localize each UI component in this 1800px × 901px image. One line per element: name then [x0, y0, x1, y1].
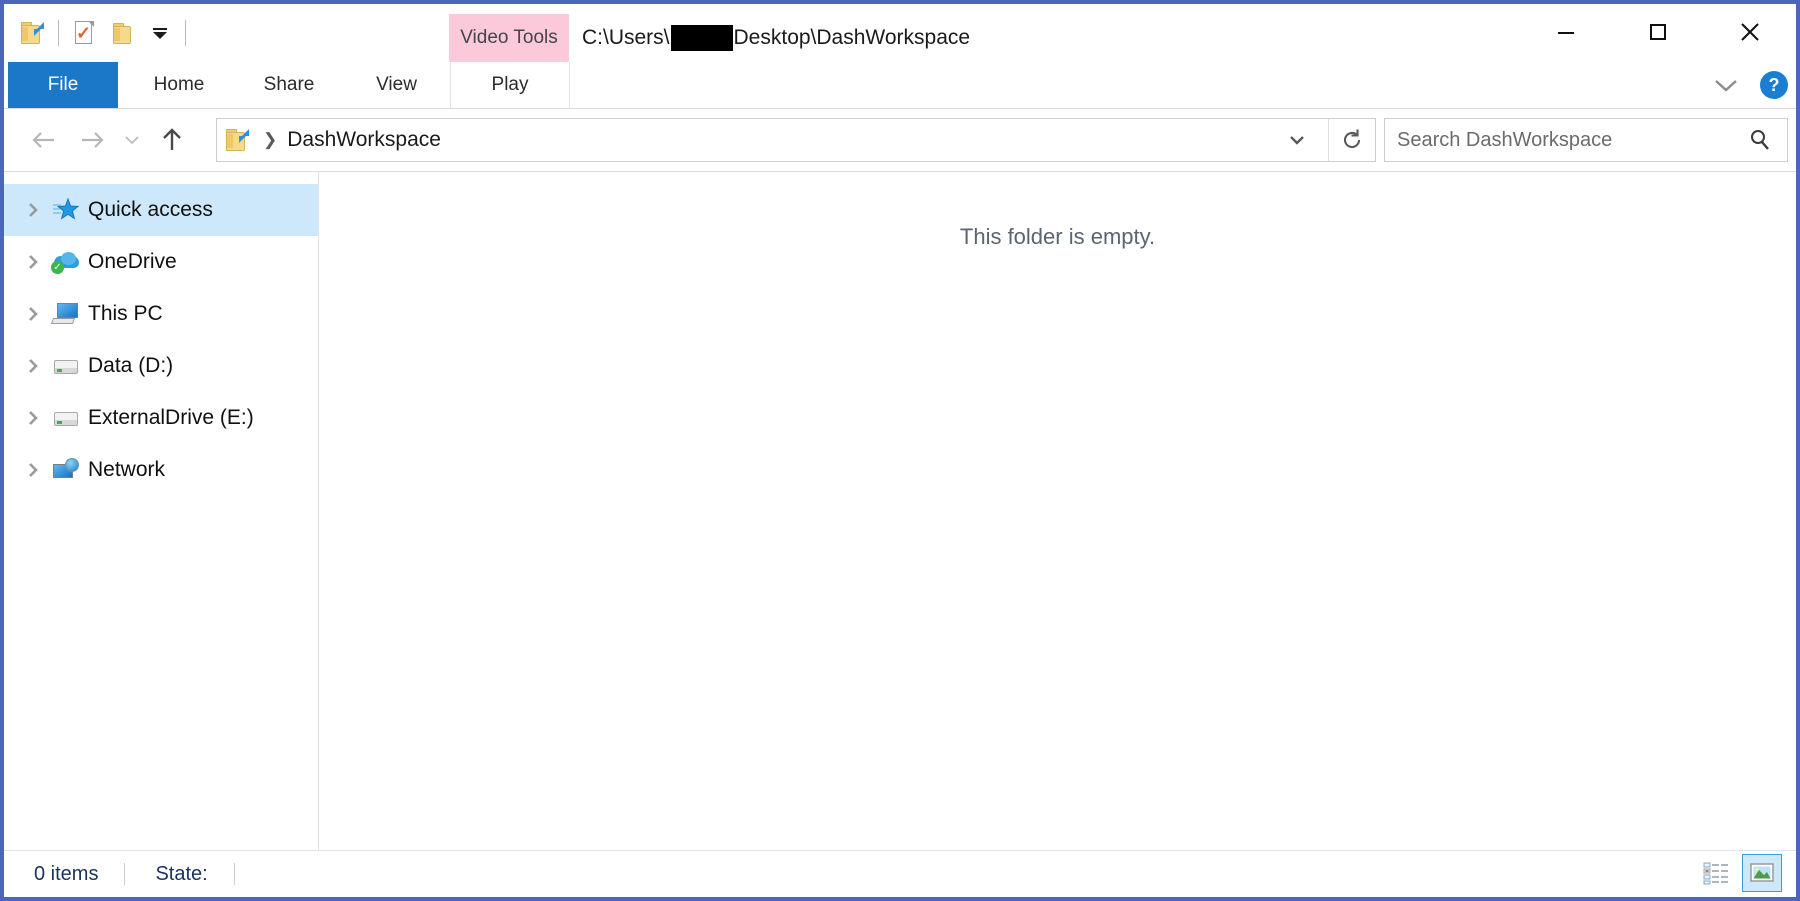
new-folder-icon[interactable]	[103, 14, 141, 52]
network-icon	[48, 458, 84, 482]
ribbon-tab-strip: File Home Share View Play ?	[4, 62, 1796, 109]
maximize-button[interactable]	[1612, 4, 1704, 60]
tab-share[interactable]: Share	[234, 62, 344, 108]
large-icons-view-button[interactable]	[1742, 854, 1782, 892]
sidebar-item-onedrive[interactable]: ✓ OneDrive	[4, 236, 318, 288]
explorer-icon[interactable]	[14, 14, 52, 52]
customize-dropdown-icon[interactable]	[141, 14, 179, 52]
sidebar-item-label: Network	[88, 458, 166, 481]
minimize-button[interactable]	[1520, 4, 1612, 60]
title-bar: ✓ Video Tools C:\Users\ Desktop\DashWorks…	[4, 4, 1796, 62]
ribbon-right-controls: ?	[1706, 62, 1788, 108]
chevron-right-icon[interactable]	[18, 201, 48, 219]
main-area: Quick access ✓ OneDrive This PC Data (D:…	[4, 171, 1796, 850]
computer-icon	[48, 302, 84, 326]
tab-play[interactable]: Play	[450, 62, 570, 108]
refresh-icon[interactable]	[1328, 119, 1375, 161]
qat-separator-2	[185, 20, 186, 46]
breadcrumb-separator-icon: ❯	[263, 130, 278, 149]
status-bar: 0 items State:	[4, 850, 1796, 897]
cloud-icon: ✓	[48, 250, 84, 274]
qat-separator-1	[58, 20, 59, 46]
chevron-right-icon[interactable]	[18, 409, 48, 427]
drive-icon	[48, 356, 84, 376]
view-mode-buttons	[1696, 854, 1782, 892]
state-label: State:	[155, 862, 208, 885]
search-input[interactable]: Search DashWorkspace	[1397, 129, 1612, 152]
address-folder-icon	[225, 128, 251, 152]
sidebar-item-data-d[interactable]: Data (D:)	[4, 340, 318, 392]
sidebar-item-label: OneDrive	[88, 250, 177, 273]
address-bar[interactable]: ❯ DashWorkspace	[216, 118, 1376, 162]
contextual-tab-header: Video Tools	[449, 14, 569, 62]
redacted-username	[670, 25, 733, 51]
navigation-pane: Quick access ✓ OneDrive This PC Data (D:…	[4, 172, 319, 850]
forward-button[interactable]	[72, 120, 112, 160]
back-button[interactable]	[24, 120, 64, 160]
window-title: C:\Users\ Desktop\DashWorkspace	[582, 14, 970, 62]
address-dropdown-icon[interactable]	[1279, 119, 1315, 161]
file-list-pane[interactable]: This folder is empty.	[319, 172, 1796, 850]
status-separator-1	[124, 863, 126, 885]
chevron-down-icon[interactable]	[1706, 65, 1746, 105]
recent-locations-button[interactable]	[117, 120, 147, 160]
sidebar-item-network[interactable]: Network	[4, 444, 318, 496]
sidebar-item-label: This PC	[88, 302, 163, 325]
sidebar-item-quick-access[interactable]: Quick access	[4, 184, 318, 236]
empty-folder-message: This folder is empty.	[959, 224, 1156, 249]
chevron-right-icon[interactable]	[18, 461, 48, 479]
window-title-suffix: Desktop\DashWorkspace	[733, 26, 971, 49]
chevron-right-icon[interactable]	[18, 357, 48, 375]
sidebar-item-this-pc[interactable]: This PC	[4, 288, 318, 340]
window-controls	[1520, 4, 1796, 60]
close-button[interactable]	[1704, 4, 1796, 60]
search-box[interactable]: Search DashWorkspace	[1384, 118, 1788, 162]
quick-access-toolbar: ✓	[14, 10, 192, 56]
properties-icon[interactable]: ✓	[65, 14, 103, 52]
item-count-label: 0 items	[34, 862, 99, 885]
tab-file[interactable]: File	[8, 62, 118, 108]
window-title-prefix: C:\Users\	[582, 26, 670, 49]
details-view-button[interactable]	[1696, 854, 1736, 892]
up-button[interactable]	[152, 120, 192, 160]
search-icon[interactable]	[1743, 119, 1777, 161]
drive-icon	[48, 408, 84, 428]
address-bar-row: ❯ DashWorkspace Search DashWorkspace	[4, 109, 1796, 171]
chevron-right-icon[interactable]	[18, 305, 48, 323]
sidebar-item-label: ExternalDrive (E:)	[88, 406, 254, 429]
sidebar-item-externaldrive-e[interactable]: ExternalDrive (E:)	[4, 392, 318, 444]
star-icon	[48, 197, 84, 223]
help-icon[interactable]: ?	[1760, 71, 1788, 99]
sidebar-item-label: Quick access	[88, 198, 213, 221]
status-separator-2	[233, 863, 235, 885]
breadcrumb-current-folder[interactable]: DashWorkspace	[287, 128, 441, 152]
chevron-right-icon[interactable]	[18, 253, 48, 271]
tab-home[interactable]: Home	[124, 62, 234, 108]
tab-view[interactable]: View	[344, 62, 449, 108]
sidebar-item-label: Data (D:)	[88, 354, 174, 377]
explorer-window: ✓ Video Tools C:\Users\ Desktop\DashWorks…	[0, 0, 1800, 901]
